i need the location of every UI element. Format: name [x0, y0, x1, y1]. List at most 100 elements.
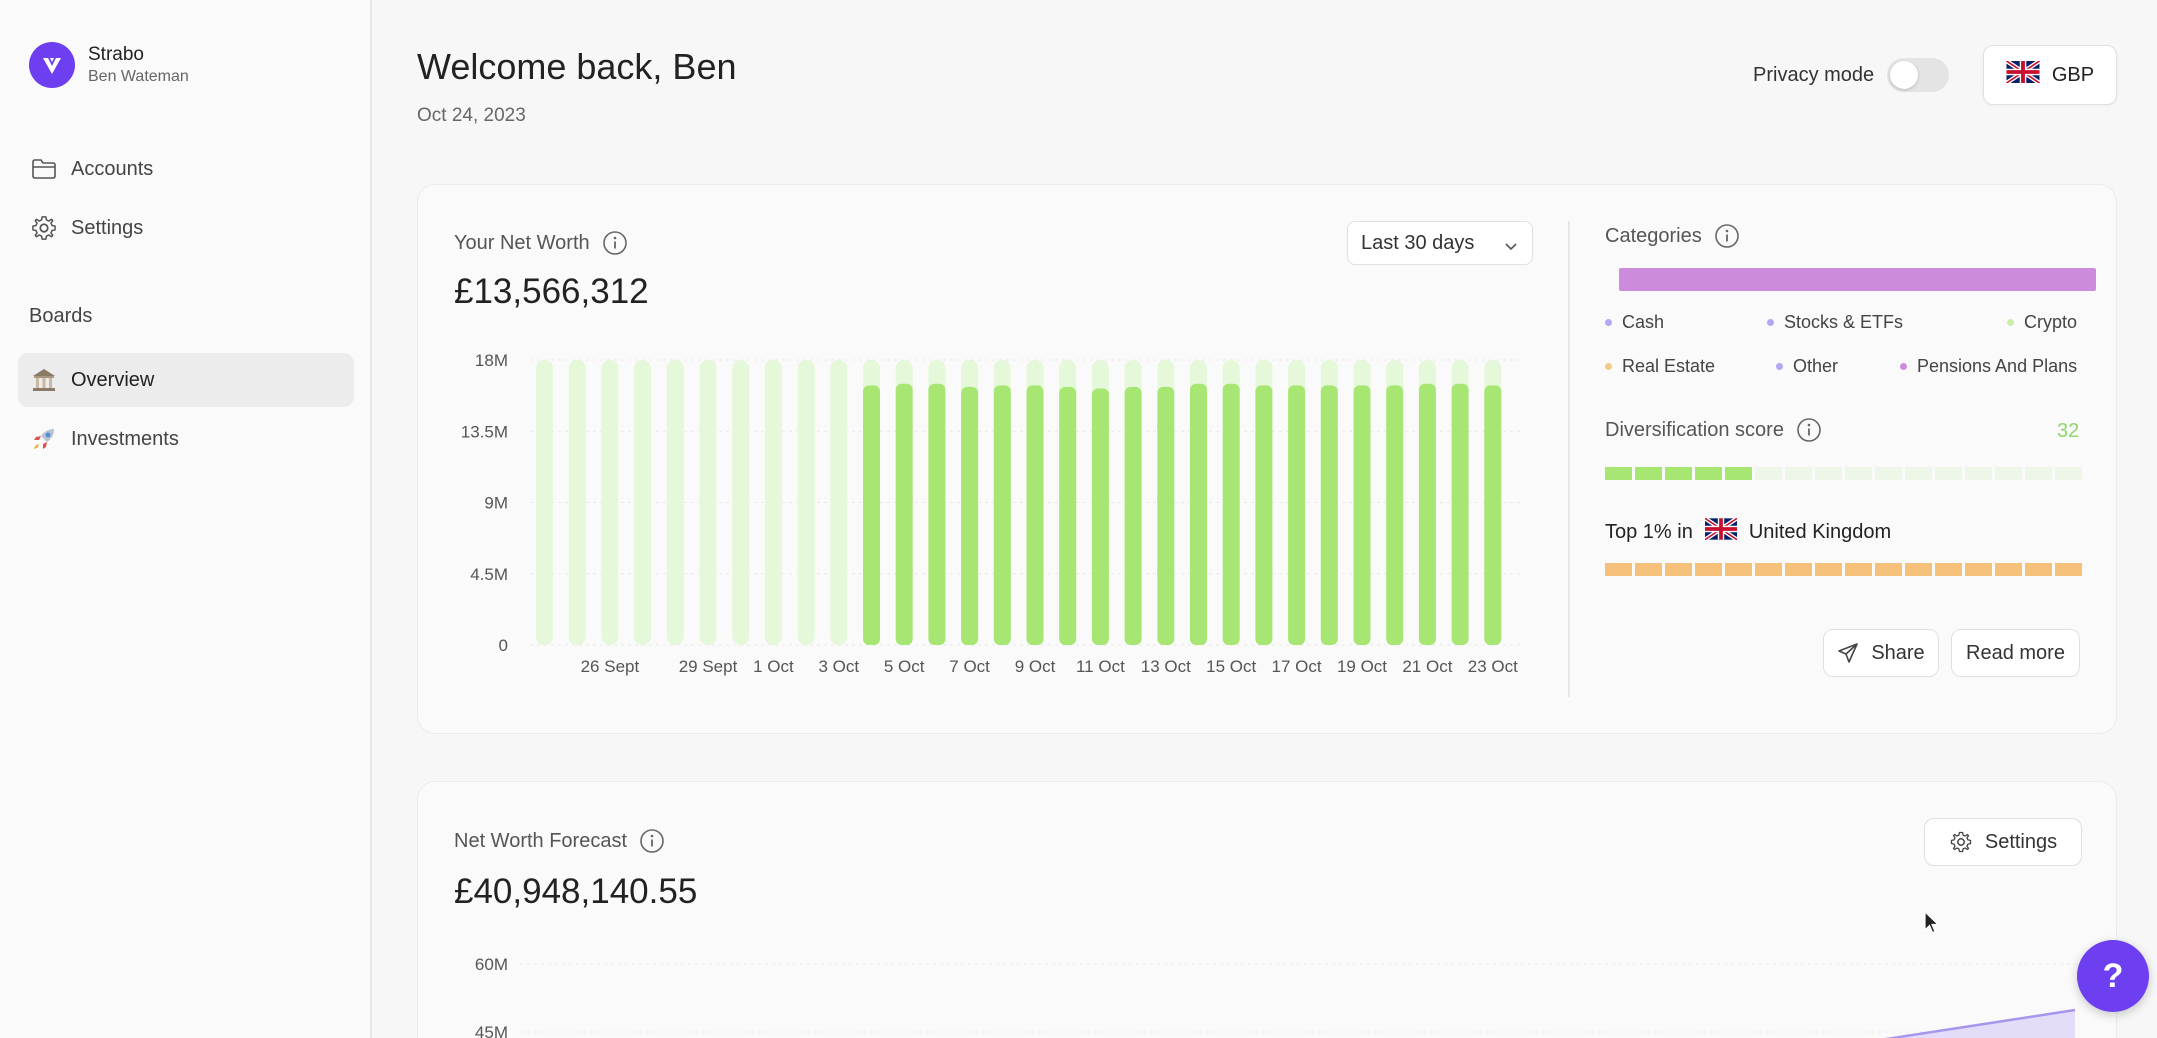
privacy-mode-toggle[interactable] [1887, 58, 1950, 92]
rank-segment [1875, 563, 1902, 576]
bar[interactable] [1288, 385, 1306, 645]
x-tick-label: 9 Oct [1015, 657, 1056, 676]
legend-dot [1776, 363, 1783, 370]
info-icon[interactable] [1714, 223, 1740, 249]
score-segment [1875, 467, 1902, 480]
bar[interactable] [1059, 386, 1077, 645]
bar-background[interactable] [797, 360, 815, 645]
bar[interactable] [1157, 386, 1175, 645]
x-tick-label: 23 Oct [1468, 657, 1518, 676]
rank-segment [1815, 563, 1842, 576]
forecast-title-text: Net Worth Forecast [454, 829, 628, 852]
x-tick-label: 17 Oct [1272, 657, 1322, 676]
rank-segment [1605, 563, 1632, 576]
x-tick-label: 13 Oct [1141, 657, 1191, 676]
bar[interactable] [895, 383, 913, 645]
card-divider [1568, 221, 1570, 697]
rank-bar [1605, 563, 2082, 576]
share-button[interactable]: Share [1823, 629, 1939, 677]
privacy-mode: Privacy mode [1753, 58, 1950, 92]
rank-segment [1755, 563, 1782, 576]
bar[interactable] [1091, 388, 1109, 646]
brand[interactable]: Strabo Ben Wateman [29, 42, 189, 88]
bar[interactable] [928, 383, 946, 645]
bar[interactable] [1386, 385, 1404, 645]
legend-item-other: Other [1776, 356, 1838, 377]
x-tick-label: 29 Sept [679, 657, 738, 676]
bar[interactable] [961, 386, 979, 645]
score-segment [1635, 467, 1662, 480]
uk-flag-icon [2005, 59, 2041, 89]
legend-dot [1900, 363, 1907, 370]
x-tick-label: 3 Oct [818, 657, 859, 676]
help-button[interactable]: ? [2077, 940, 2149, 1012]
bar-background[interactable] [634, 360, 652, 645]
legend-dot [1605, 363, 1612, 370]
bar[interactable] [993, 385, 1011, 645]
score-segment [2055, 467, 2082, 480]
user-name: Ben Wateman [88, 68, 189, 85]
bar[interactable] [1320, 385, 1338, 645]
y-tick-label: 4.5M [470, 565, 508, 584]
score-segment [1605, 467, 1632, 480]
bar-background[interactable] [764, 360, 782, 645]
uk-flag-icon [1703, 516, 1739, 546]
score-segment [1935, 467, 1962, 480]
legend-dot [1605, 319, 1612, 326]
sidebar-item-overview[interactable]: Overview [18, 353, 354, 407]
score-segment [1785, 467, 1812, 480]
info-icon[interactable] [1796, 417, 1822, 443]
sidebar-item-accounts[interactable]: Accounts [18, 142, 354, 196]
info-icon[interactable] [602, 230, 628, 256]
legend-label: Real Estate [1622, 356, 1716, 376]
bar[interactable] [1451, 383, 1469, 645]
forecast-chart: 60M 45M [475, 955, 2080, 1038]
legend-label: Crypto [2024, 312, 2078, 332]
score-segment [1815, 467, 1842, 480]
gear-icon [29, 213, 59, 243]
sidebar-item-investments[interactable]: Investments [18, 412, 354, 466]
bar[interactable] [1124, 386, 1142, 645]
read-more-button[interactable]: Read more [1951, 629, 2080, 677]
legend-item-pensions: Pensions And Plans [1900, 356, 2077, 377]
legend-label: Cash [1622, 312, 1665, 332]
boards-heading: Boards [29, 305, 93, 327]
bar-background[interactable] [601, 360, 619, 645]
x-tick-label: 1 Oct [753, 657, 794, 676]
diversification-title: Diversification score [1605, 417, 1822, 443]
share-label: Share [1871, 641, 1925, 664]
categories-bar[interactable] [1619, 268, 2096, 291]
bar[interactable] [1222, 383, 1240, 645]
bar[interactable] [1484, 385, 1502, 645]
y-tick-label: 60M [475, 955, 508, 974]
bar[interactable] [1418, 383, 1436, 645]
date-range-select[interactable]: Last 30 days [1347, 221, 1533, 265]
bar[interactable] [863, 385, 880, 645]
score-segment [1965, 467, 1992, 480]
info-icon[interactable] [639, 828, 665, 854]
categories-title-text: Categories [1605, 224, 1702, 247]
bar-background[interactable] [699, 360, 717, 645]
x-tick-label: 5 Oct [884, 657, 925, 676]
bar-background[interactable] [536, 360, 553, 645]
mouse-cursor-icon [1924, 910, 1940, 940]
rocket-icon [29, 424, 59, 454]
bar[interactable] [1026, 385, 1044, 645]
bar[interactable] [1353, 385, 1371, 645]
bar-background[interactable] [568, 360, 586, 645]
legend-item-stocks: Stocks & ETFs [1767, 312, 1903, 333]
legend-dot [2007, 319, 2014, 326]
bar[interactable] [1190, 383, 1207, 645]
bar[interactable] [1255, 385, 1273, 645]
rank-segment [1665, 563, 1692, 576]
sidebar-item-settings[interactable]: Settings [18, 201, 354, 255]
diversification-bar [1605, 467, 2082, 480]
legend-dot [1767, 319, 1774, 326]
bar-background[interactable] [732, 360, 750, 645]
current-date: Oct 24, 2023 [417, 105, 526, 126]
bar-background[interactable] [830, 360, 848, 645]
forecast-settings-button[interactable]: Settings [1924, 818, 2082, 866]
score-segment [1845, 467, 1872, 480]
currency-button[interactable]: GBP [1983, 45, 2117, 105]
bar-background[interactable] [666, 360, 684, 645]
